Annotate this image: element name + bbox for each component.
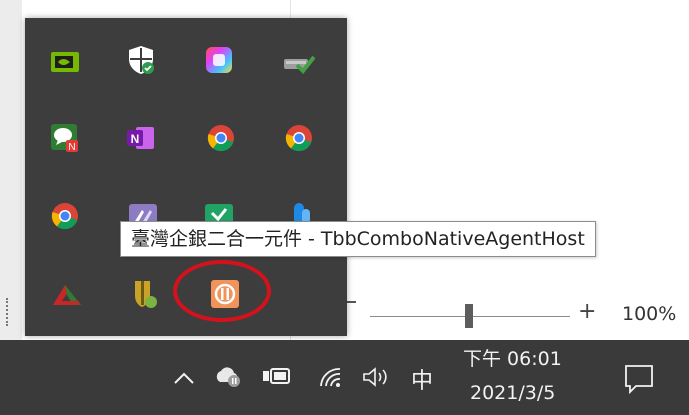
color-app-icon[interactable]: [199, 40, 239, 80]
windows-security-icon[interactable]: [121, 40, 161, 80]
taskbar: [0, 340, 689, 415]
resize-handle[interactable]: [6, 298, 18, 326]
zoom-level-label: 100%: [622, 303, 677, 325]
nvidia-icon[interactable]: [45, 42, 85, 82]
background-left-panel: [0, 0, 22, 340]
highlight-circle: [173, 260, 271, 322]
tray-icon-tooltip: 臺灣企銀二合一元件 - TbbComboNativeAgentHost: [120, 221, 596, 257]
battery-icon[interactable]: [262, 367, 292, 389]
chrome-icon[interactable]: [201, 118, 241, 158]
svg-text:N: N: [131, 132, 140, 146]
drive-check-icon[interactable]: [279, 42, 319, 82]
chrome-icon[interactable]: [279, 118, 319, 158]
wifi-icon[interactable]: [318, 366, 344, 392]
clock-date[interactable]: 2021/3/5: [470, 382, 555, 404]
zoom-in-button[interactable]: +: [578, 300, 596, 324]
svg-text:N: N: [68, 142, 75, 153]
volume-icon[interactable]: [362, 366, 392, 392]
chat-app-icon[interactable]: N: [45, 118, 85, 158]
ime-indicator[interactable]: 中: [411, 363, 433, 395]
show-hidden-icons-button[interactable]: [173, 370, 195, 389]
action-center-icon[interactable]: [624, 364, 654, 398]
clock-time[interactable]: 下午 06:01: [463, 344, 562, 371]
shield-badge-icon[interactable]: [125, 274, 165, 314]
red-green-app-icon[interactable]: [47, 274, 87, 314]
onedrive-paused-icon[interactable]: [214, 364, 244, 392]
zoom-slider-thumb[interactable]: [465, 304, 473, 328]
onenote-icon[interactable]: N: [121, 118, 161, 158]
chrome-icon[interactable]: [45, 196, 85, 236]
